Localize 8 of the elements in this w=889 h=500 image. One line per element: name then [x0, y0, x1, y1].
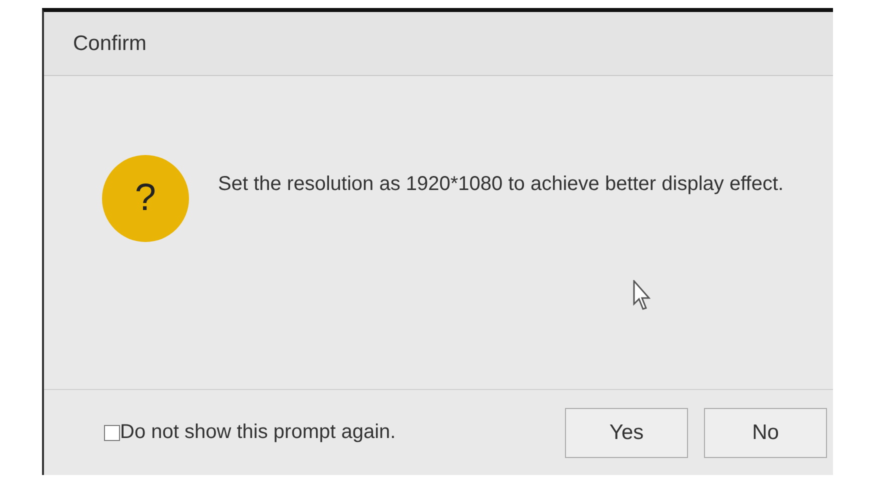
- checkbox-label: Do not show this prompt again.: [120, 421, 396, 444]
- dialog-title: Confirm: [73, 32, 147, 56]
- yes-button[interactable]: Yes: [565, 408, 688, 458]
- message-text: Set the resolution as 1920*1080 to achieve better display effect.: [218, 172, 784, 197]
- mouse-pointer-icon: [633, 280, 653, 312]
- no-button[interactable]: No: [704, 408, 827, 458]
- checkbox[interactable]: [104, 424, 120, 440]
- question-icon: ?: [102, 155, 189, 242]
